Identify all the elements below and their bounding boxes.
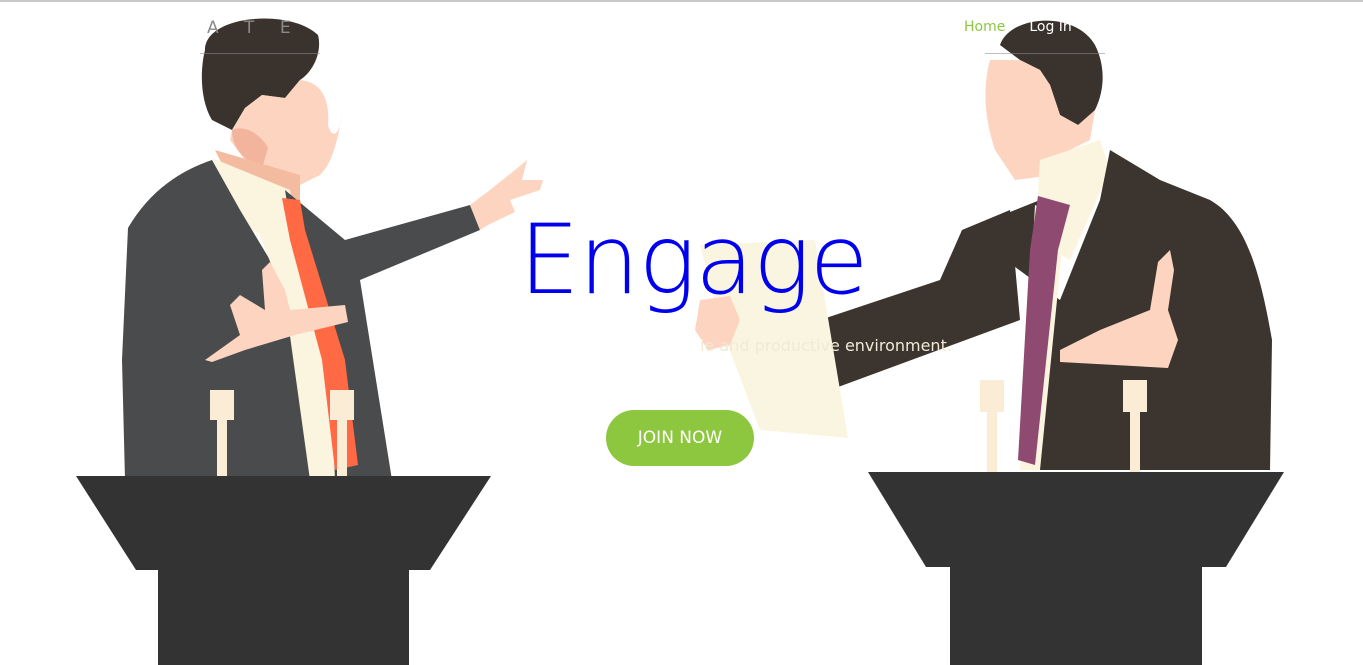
header-divider-right bbox=[985, 53, 1105, 54]
debate-illustration bbox=[76, 18, 1284, 665]
nav-login-link[interactable]: Log In bbox=[1029, 19, 1071, 35]
nav-home-link[interactable]: Home bbox=[964, 19, 1005, 35]
header-divider-left bbox=[200, 53, 320, 54]
brand-logo-text: A T E bbox=[207, 18, 301, 38]
hero-tagline: le and productive environment. bbox=[700, 336, 952, 355]
left-debater bbox=[76, 18, 543, 665]
join-now-button[interactable]: JOIN NOW bbox=[606, 410, 754, 466]
top-nav: Home Log In bbox=[964, 19, 1072, 35]
hero-headline: Engage bbox=[519, 204, 869, 316]
